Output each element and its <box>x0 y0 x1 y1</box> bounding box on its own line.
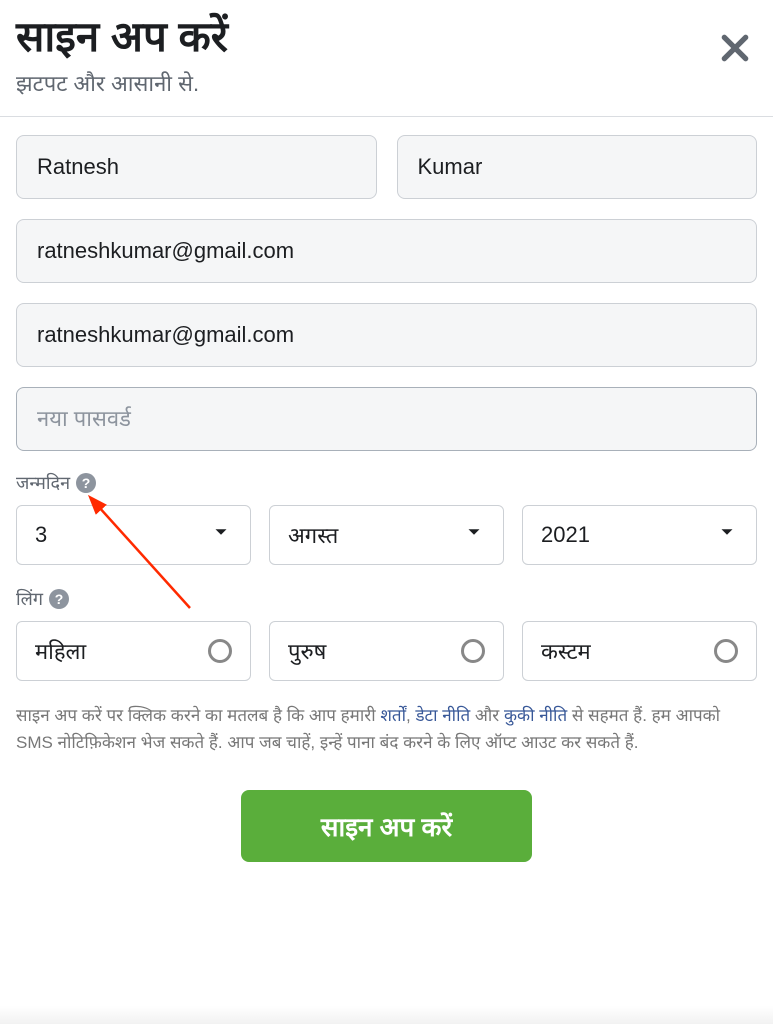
radio-icon <box>461 639 485 663</box>
submit-row: साइन अप करें <box>0 790 773 862</box>
terms-sep: और <box>470 706 504 725</box>
gender-option-label: पुरुष <box>288 636 326 666</box>
password-input[interactable] <box>37 406 736 432</box>
last-name-input[interactable] <box>418 154 737 180</box>
chevron-down-icon <box>463 521 485 549</box>
dob-row: 3 अगस्त 2021 <box>16 505 757 565</box>
email-confirm-input[interactable] <box>37 322 736 348</box>
dob-label: जन्मदिन ? <box>16 471 757 495</box>
signup-header: साइन अप करें झटपट और आसानी से. <box>0 0 773 117</box>
dob-label-text: जन्मदिन <box>16 471 70 495</box>
chevron-down-icon <box>210 521 232 549</box>
email-field[interactable] <box>16 219 757 283</box>
gender-option-male[interactable]: पुरुष <box>269 621 504 681</box>
password-field[interactable] <box>16 387 757 451</box>
page-title: साइन अप करें <box>16 12 757 62</box>
gender-option-label: महिला <box>35 636 86 666</box>
help-icon[interactable]: ? <box>76 473 96 493</box>
help-icon[interactable]: ? <box>49 589 69 609</box>
radio-icon <box>714 639 738 663</box>
terms-link[interactable]: शर्तों <box>380 706 406 725</box>
bottom-divider <box>0 1006 773 1024</box>
dob-year-select[interactable]: 2021 <box>522 505 757 565</box>
email-confirm-field[interactable] <box>16 303 757 367</box>
gender-option-custom[interactable]: कस्टम <box>522 621 757 681</box>
chevron-down-icon <box>716 521 738 549</box>
dob-day-value: 3 <box>35 522 47 548</box>
terms-prefix: साइन अप करें पर क्लिक करने का मतलब है कि… <box>16 706 380 725</box>
dob-month-select[interactable]: अगस्त <box>269 505 504 565</box>
signup-form: जन्मदिन ? 3 अगस्त 2021 लिंग ? महिला पुरु… <box>0 117 773 681</box>
gender-label: लिंग ? <box>16 587 757 611</box>
signup-button[interactable]: साइन अप करें <box>241 790 532 862</box>
gender-option-female[interactable]: महिला <box>16 621 251 681</box>
email-input[interactable] <box>37 238 736 264</box>
radio-icon <box>208 639 232 663</box>
cookie-policy-link[interactable]: कुकी नीति <box>504 706 567 725</box>
dob-month-value: अगस्त <box>288 520 338 550</box>
dob-year-value: 2021 <box>541 522 590 548</box>
terms-text: साइन अप करें पर क्लिक करने का मतलब है कि… <box>0 703 773 756</box>
first-name-field[interactable] <box>16 135 377 199</box>
last-name-field[interactable] <box>397 135 758 199</box>
first-name-input[interactable] <box>37 154 356 180</box>
gender-option-label: कस्टम <box>541 636 591 666</box>
gender-row: महिला पुरुष कस्टम <box>16 621 757 681</box>
gender-label-text: लिंग <box>16 587 43 611</box>
close-icon[interactable] <box>719 32 751 64</box>
data-policy-link[interactable]: डेटा नीति <box>415 706 470 725</box>
dob-day-select[interactable]: 3 <box>16 505 251 565</box>
page-subtitle: झटपट और आसानी से. <box>16 68 757 98</box>
